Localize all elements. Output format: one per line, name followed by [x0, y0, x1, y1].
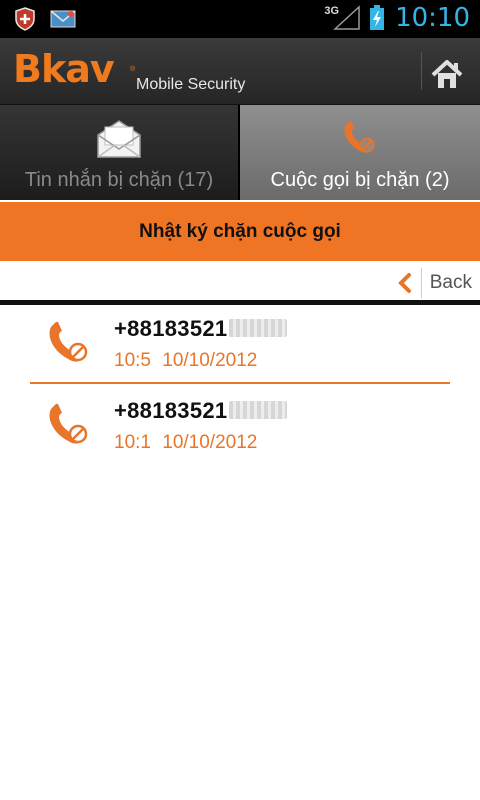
back-label: Back: [429, 272, 472, 293]
home-icon: [431, 60, 463, 88]
tab-blocked-calls[interactable]: Cuộc gọi bị chặn (2): [240, 105, 480, 200]
chevron-left-icon: [397, 273, 411, 293]
bkav-logo: Bkav: [13, 47, 115, 91]
tab-bar: Tin nhắn bị chặn (17) Cuộc gọi bị chặn (…: [0, 105, 480, 305]
clock: 10:10: [395, 3, 470, 33]
redacted-digits: [229, 319, 288, 337]
blocked-call-list: +88183521 10:5 10/10/2012 +88183521 10:1…: [0, 300, 480, 464]
home-button[interactable]: [430, 58, 464, 92]
list-item[interactable]: +88183521 10:1 10/10/2012: [0, 382, 480, 464]
blocked-call-icon: [44, 318, 94, 366]
call-time: 10:5 10/10/2012: [114, 350, 258, 371]
app-header: Bkav ® Mobile Security: [0, 38, 480, 105]
status-bar: 3G 10:10: [0, 0, 480, 38]
caller-number: +88183521: [114, 398, 288, 424]
section-title: Nhật ký chặn cuộc gọi: [139, 220, 341, 242]
blocked-call-icon: [340, 117, 380, 162]
battery-charging-icon: [369, 5, 385, 31]
envelope-icon: [94, 117, 144, 166]
tab-blocked-messages[interactable]: Tin nhắn bị chặn (17): [0, 105, 240, 200]
back-divider: [420, 268, 422, 298]
list-item[interactable]: +88183521 10:5 10/10/2012: [0, 300, 480, 384]
shield-notification-icon[interactable]: [14, 7, 36, 31]
redacted-digits: [229, 401, 288, 419]
blocked-call-icon: [44, 400, 94, 448]
tab-label: Tin nhắn bị chặn (17): [24, 169, 214, 191]
network-type: 3G: [324, 5, 340, 17]
logo-registered-mark: ®: [130, 66, 136, 73]
product-name: Mobile Security: [136, 76, 246, 93]
tab-label: Cuộc gọi bị chặn (2): [270, 169, 450, 191]
call-time: 10:1 10/10/2012: [114, 432, 258, 453]
header-divider: [421, 52, 422, 90]
caller-number: +88183521: [114, 316, 288, 342]
mail-notification-icon[interactable]: [50, 9, 76, 29]
back-button[interactable]: Back: [397, 268, 472, 298]
section-header: Nhật ký chặn cuộc gọi: [0, 202, 480, 261]
